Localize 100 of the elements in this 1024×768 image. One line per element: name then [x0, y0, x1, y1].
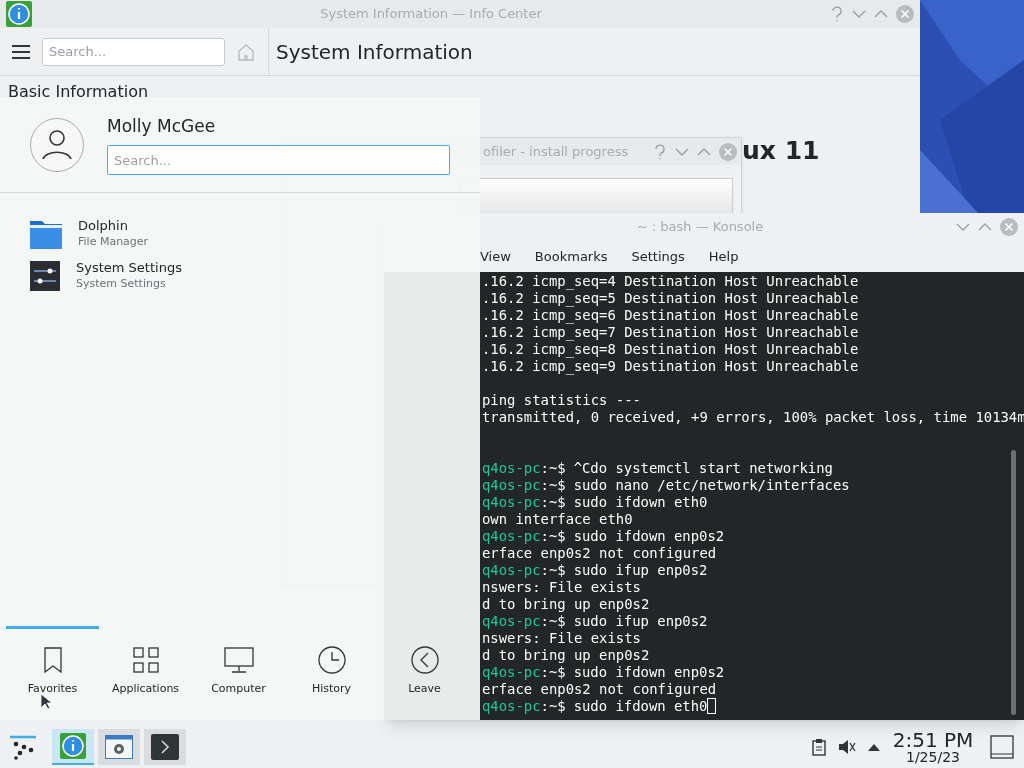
tab-label: History [311, 681, 352, 697]
help-icon[interactable] [653, 143, 667, 160]
menu-item[interactable]: Help [708, 246, 739, 267]
launcher-icon[interactable] [8, 734, 38, 760]
folder-icon [30, 219, 62, 249]
prompt-path: :~$ [540, 698, 566, 715]
grid-icon [132, 647, 159, 673]
prompt-path: :~$ [540, 562, 566, 579]
clipboard-icon[interactable] [812, 738, 826, 756]
distro-heading: ux 11 [742, 135, 820, 167]
clock-date: 1/25/23 [906, 750, 960, 764]
text-cursor [707, 698, 717, 714]
settings-sliders-icon [30, 261, 60, 291]
prompt-path: :~$ [540, 477, 566, 494]
terminal-command: sudo ifup enp0s2 [573, 562, 708, 579]
prompt-path: :~$ [540, 613, 566, 630]
prompt-host: q4os-pc [482, 460, 541, 477]
scrollbar[interactable] [1011, 450, 1016, 715]
help-icon[interactable] [830, 6, 844, 22]
terminal-output-line: erface enp0s2 not configured [482, 545, 718, 562]
maximize-icon[interactable] [978, 222, 992, 232]
terminal-output-line: d to bring up enp0s2 [482, 596, 651, 613]
terminal-output-line: own interface eth0 [482, 511, 634, 528]
expand-arrow-icon[interactable] [868, 743, 880, 751]
prompt-host: q4os-pc [482, 613, 541, 630]
launcher-tab[interactable]: Leave [378, 626, 471, 720]
terminal-command: sudo ifdown eth0 [573, 494, 708, 511]
prompt-path: :~$ [540, 664, 566, 681]
favorite-item[interactable]: Dolphin File Manager [0, 213, 480, 255]
user-name: Molly McGee [107, 114, 217, 138]
terminal-output-line: .16.2 icmp_seq=6 Destination Host Unreachable [482, 307, 860, 324]
app-description: File Manager [78, 234, 149, 250]
launcher-tab[interactable]: History [285, 626, 378, 720]
maximize-icon[interactable] [697, 146, 711, 157]
show-desktop-icon[interactable] [990, 735, 1014, 759]
bookmark-icon [42, 647, 63, 673]
prompt-host: q4os-pc [482, 528, 541, 545]
terminal-output-line: d to bring up enp0s2 [482, 647, 651, 664]
terminal-output-line: transmitted, 0 received, +9 errors, 100% packet loss, time 10134m [482, 409, 1024, 426]
terminal-output-line: .16.2 icmp_seq=7 Destination Host Unreachable [482, 324, 860, 341]
terminal-output-line: erface enp0s2 not configured [482, 681, 718, 698]
minimize-icon[interactable] [956, 222, 970, 232]
minimize-icon[interactable] [675, 146, 689, 157]
tab-label: Applications [111, 681, 180, 697]
page-title: System Information [276, 38, 473, 66]
app-name: Dolphin [78, 218, 129, 234]
close-icon[interactable] [896, 5, 914, 23]
terminal-command: sudo ifdown enp0s2 [573, 664, 725, 681]
task-button[interactable] [144, 729, 186, 765]
prompt-path: :~$ [540, 460, 566, 477]
info-app-icon [60, 733, 86, 759]
search-field[interactable]: Search... [107, 145, 450, 176]
window-title: ~ : bash — Konsole [635, 218, 765, 237]
app-description: System Settings [76, 276, 167, 292]
prompt-host: q4os-pc [482, 562, 541, 579]
prompt-path: :~$ [540, 494, 566, 511]
sidebar-heading: Basic Information [8, 81, 150, 103]
terminal-output-line: ping statistics --- [482, 392, 642, 409]
terminal-output-line: .16.2 icmp_seq=5 Destination Host Unreachable [482, 290, 860, 307]
terminal-command: sudo ifdown eth0 [573, 698, 708, 715]
terminal-app-icon [151, 734, 179, 760]
window-title: ofiler - install progress [483, 142, 630, 161]
clock[interactable]: 2:51 PM 1/25/23 [892, 730, 974, 764]
tab-label: Leave [408, 681, 441, 697]
prompt-host: q4os-pc [482, 664, 541, 681]
tab-label: Favorites [27, 681, 78, 697]
launcher-tab[interactable]: Computer [192, 626, 285, 720]
task-button[interactable] [98, 729, 140, 765]
terminal-command: sudo nano /etc/network/interfaces [573, 477, 850, 494]
close-icon[interactable] [1000, 218, 1018, 236]
mouse-pointer-icon [40, 693, 51, 710]
terminal-command: sudo ifdown enp0s2 [573, 528, 725, 545]
maximize-icon[interactable] [874, 9, 888, 19]
terminal-output-line: .16.2 icmp_seq=4 Destination Host Unreachable [482, 273, 860, 290]
favorite-item[interactable]: System Settings System Settings [0, 255, 480, 297]
close-icon[interactable] [719, 142, 737, 161]
terminal-output-line: nswers: File exists [482, 579, 642, 596]
muted-speaker-icon[interactable] [838, 739, 856, 755]
prompt-host: q4os-pc [482, 494, 541, 511]
window-title: System Information — Info Center [319, 5, 543, 24]
settings-app-icon [105, 735, 133, 759]
launcher-tab[interactable]: Applications [99, 626, 192, 720]
menu-item[interactable]: View [480, 246, 511, 267]
clock-time: 2:51 PM [892, 730, 974, 750]
terminal-output-line: .16.2 icmp_seq=8 Destination Host Unreachable [482, 341, 860, 358]
user-avatar-icon[interactable] [30, 117, 84, 172]
home-icon[interactable] [237, 42, 255, 61]
menu-item[interactable]: Settings [631, 246, 685, 267]
prompt-host: q4os-pc [482, 477, 541, 494]
terminal-command: ^Cdo systemctl start networking [573, 460, 833, 477]
menu-item[interactable]: Bookmarks [534, 246, 608, 267]
minimize-icon[interactable] [852, 9, 866, 19]
terminal-output-line: nswers: File exists [482, 630, 642, 647]
menu-icon[interactable] [12, 44, 30, 59]
tab-label: Computer [211, 681, 266, 697]
app-name: System Settings [76, 260, 182, 276]
prompt-path: :~$ [540, 528, 566, 545]
search-field[interactable]: Search... [42, 37, 225, 66]
clock-icon [317, 646, 346, 674]
info-app-icon [6, 1, 32, 27]
